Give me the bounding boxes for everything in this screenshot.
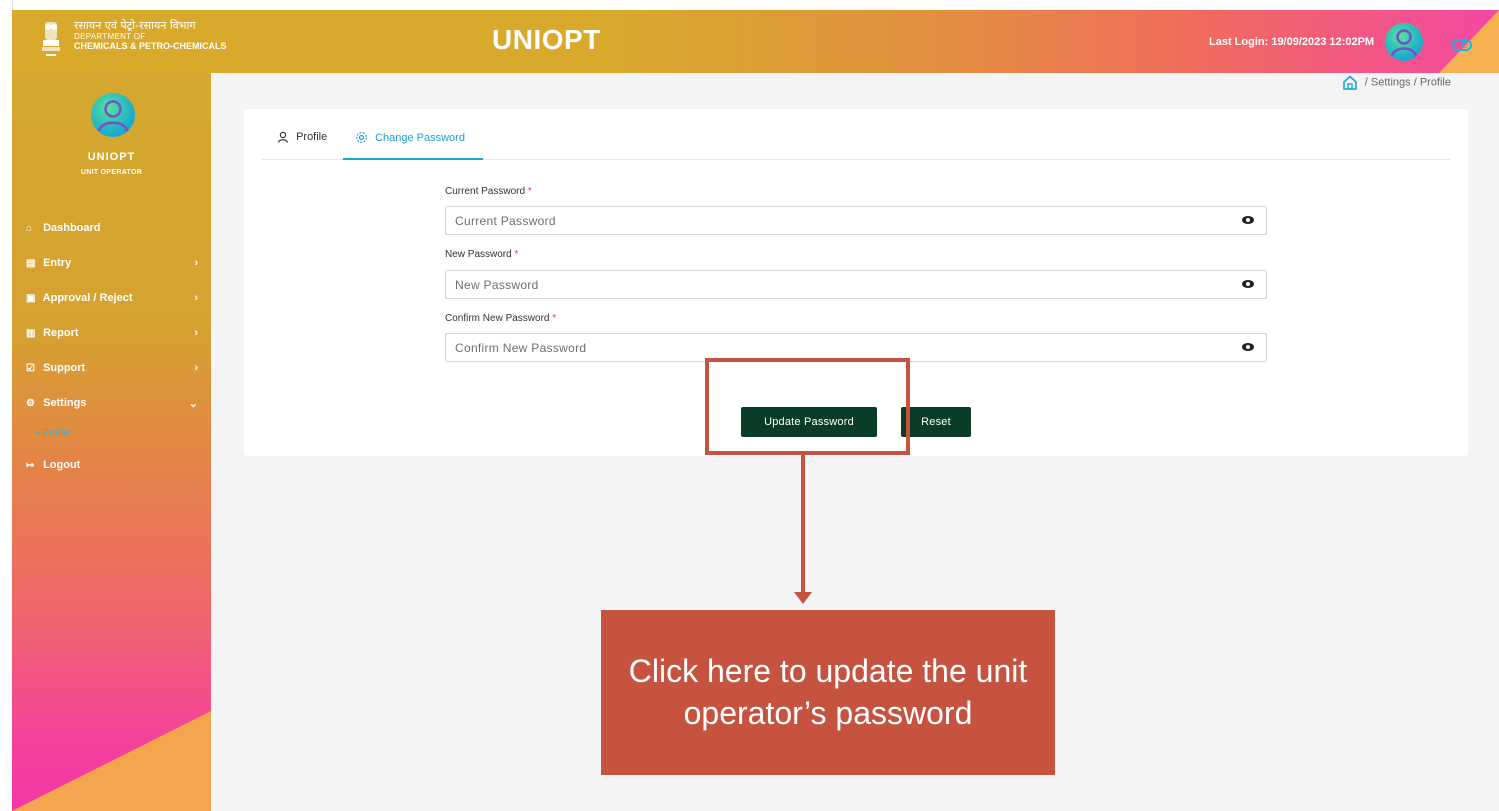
chevron-right-icon: › [194,362,198,374]
last-login: Last Login: 19/09/2023 12:02PM [1209,36,1375,48]
settings-icon: ⚙ [26,398,35,409]
user-icon [1390,29,1418,57]
eye-icon[interactable] [1242,343,1254,351]
sidebar-avatar [91,93,135,137]
sidebar-item-approval[interactable]: ▣ Approval / Reject › [26,292,206,312]
sidebar-subitem-profile[interactable]: • Profile [36,428,71,439]
sidebar-item-label: Dashboard [43,222,101,234]
tab-label: Profile [296,131,328,144]
sidebar-item-settings[interactable]: ⚙ Settings ⌄ [26,397,206,417]
logout-icon: ↦ [26,460,35,471]
new-password-field[interactable] [445,270,1267,299]
sidebar-item-label: Settings [43,397,87,409]
highlight-box [705,358,910,455]
breadcrumb-profile: Profile [1419,76,1451,89]
sidebar-user-name: UNIOPT [87,151,136,163]
sidebar-item-dashboard[interactable]: ⌂ Dashboard [26,222,206,242]
sidebar-corner-decoration [12,711,211,811]
sidebar-item-label: Support [43,362,86,374]
chevron-right-icon: › [194,257,198,269]
entry-icon: ▤ [26,258,36,269]
chevron-right-icon: › [194,327,198,339]
current-password-input[interactable] [446,207,1224,234]
profile-tabs: Profile Change Password [262,131,1450,160]
sidebar-item-support[interactable]: ☑ Support › [26,362,206,382]
tab-change-password[interactable]: Change Password [343,131,483,160]
current-password-label: Current Password * [445,186,532,197]
required-mark: * [514,249,519,260]
eye-icon[interactable] [1242,280,1254,288]
report-icon: ▥ [26,328,36,339]
label-text: Confirm New Password [445,313,550,324]
approval-icon: ▣ [26,293,36,304]
breadcrumb: / Settings / Profile [1342,75,1451,90]
callout-arrow-head [794,592,812,604]
department-name: रसायन एवं पेट्रो-रसायन विभाग DEPARTMENT … [74,19,227,52]
user-avatar[interactable] [1385,23,1423,61]
sidebar-item-label: Logout [43,459,81,471]
sidebar-item-label: Report [43,327,79,339]
home-icon: ⌂ [26,223,33,234]
top-header: रसायन एवं पेट्रो-रसायन विभाग DEPARTMENT … [12,10,1499,73]
sidebar-item-label: Approval / Reject [42,292,133,304]
theme-toggle-icon[interactable] [1452,39,1472,51]
instruction-callout: Click here to update the unit operator’s… [601,610,1055,775]
eye-icon[interactable] [1242,216,1254,224]
user-icon [277,131,289,143]
sidebar: UNIOPT UNIT OPERATOR ⌂ Dashboard ▤ Entry… [12,73,211,811]
confirm-password-label: Confirm New Password * [445,313,556,324]
callout-arrow [801,455,805,595]
sidebar-item-report[interactable]: ▥ Report › [26,327,206,347]
required-mark: * [527,186,532,197]
tab-profile[interactable]: Profile [277,131,347,159]
label-text: New Password [445,249,512,260]
new-password-label: New Password * [445,249,518,260]
new-password-input[interactable] [446,271,1224,298]
tab-label: Change Password [375,131,465,144]
sidebar-item-logout[interactable]: ↦ Logout [26,459,206,479]
sidebar-item-label: Entry [43,257,72,269]
sidebar-user-role: UNIT OPERATOR [80,169,143,176]
required-mark: * [552,313,557,324]
callout-text: Click here to update the unit operator’s… [628,652,1028,731]
department-line2: CHEMICALS & PETRO-CHEMICALS [74,40,227,51]
app-title: UNIOPT [492,24,601,55]
breadcrumb-separator: / [1413,76,1417,89]
chevron-down-icon: ⌄ [188,398,198,410]
chevron-right-icon: › [194,292,198,304]
national-emblem-icon [42,22,60,56]
reset-button[interactable]: Reset [901,407,971,437]
user-icon [97,100,129,132]
support-icon: ☑ [26,363,35,374]
gear-icon [356,132,367,143]
breadcrumb-separator: / [1364,76,1368,89]
department-hindi: रसायन एवं पेट्रो-रसायन विभाग [74,19,196,32]
confirm-password-input[interactable] [446,334,1224,361]
sidebar-item-entry[interactable]: ▤ Entry › [26,257,206,277]
breadcrumb-settings[interactable]: Settings [1371,76,1411,88]
current-password-field[interactable] [445,206,1267,235]
home-icon[interactable] [1342,75,1358,90]
label-text: Current Password [445,186,526,197]
